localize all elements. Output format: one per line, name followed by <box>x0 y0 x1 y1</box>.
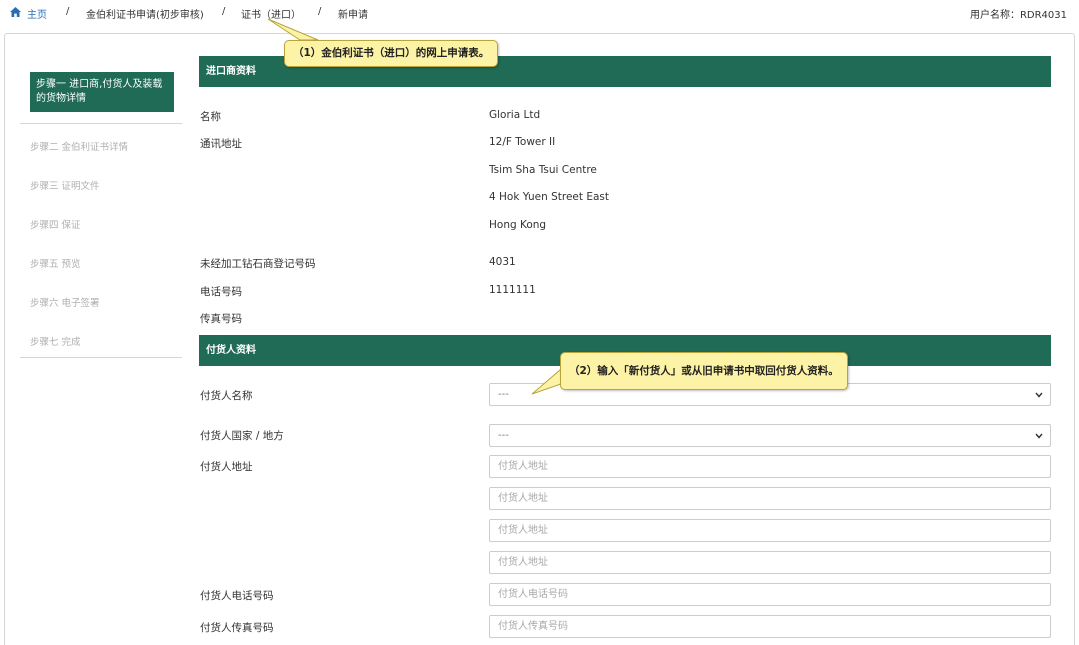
callout-consignor-input: （2）输入「新付货人」或从旧申请书中取回付货人资料。 <box>560 352 848 390</box>
callout-online-form: （1）金伯利证书（进口）的网上申请表。 <box>284 40 499 67</box>
callout-pointer <box>267 18 580 395</box>
